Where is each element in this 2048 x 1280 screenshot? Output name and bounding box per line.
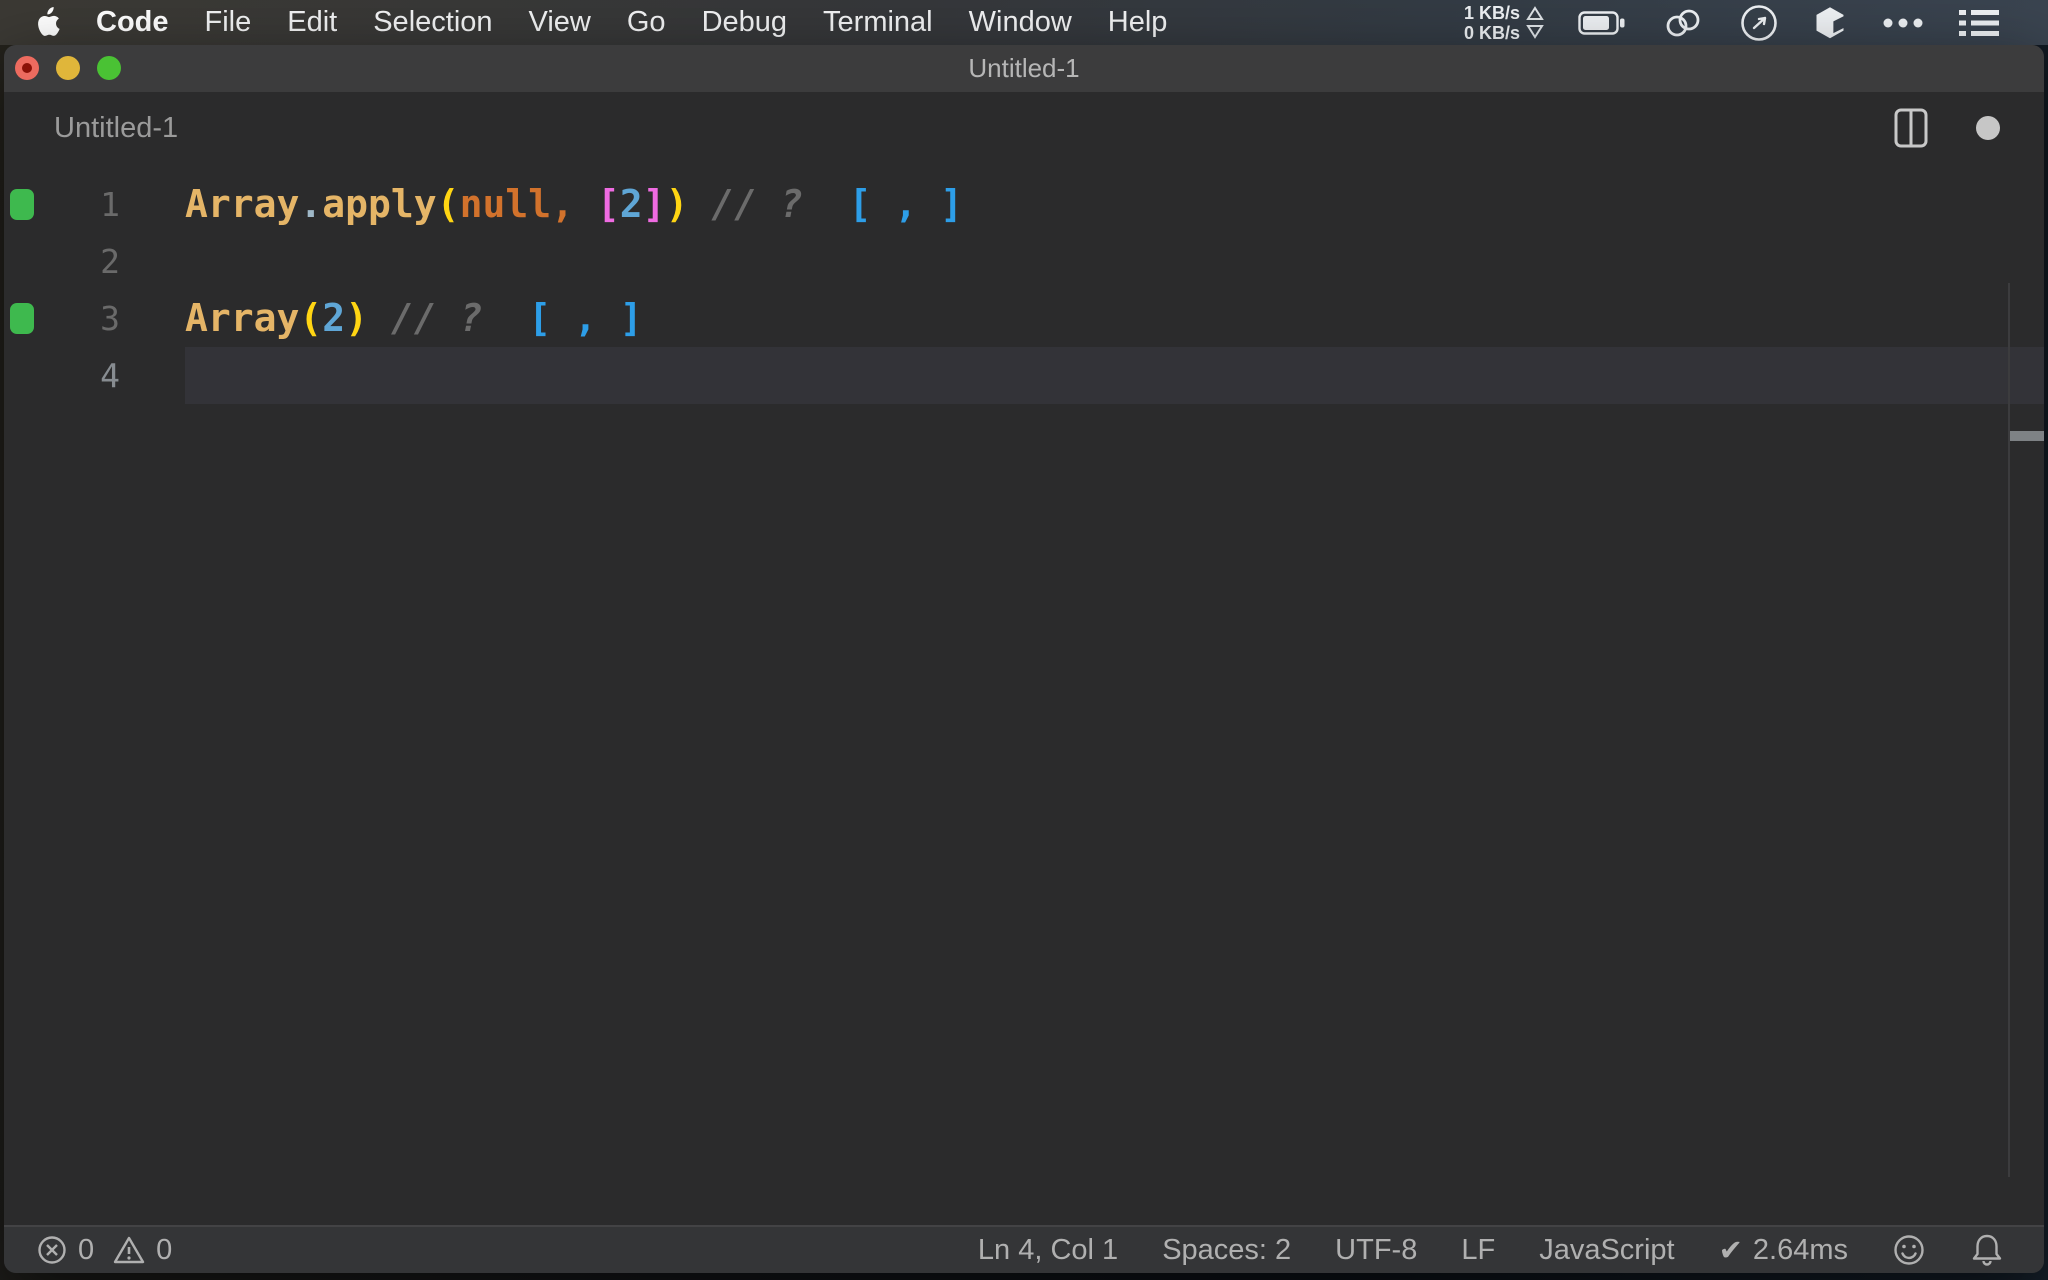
code-text: Array.apply(null, [2]) // ? [ , ] <box>185 182 963 226</box>
menu-item-go[interactable]: Go <box>627 6 666 38</box>
editor-lines: 1 Array.apply(null, [2]) // ? [ , ] 2 3 Arra… <box>4 164 2044 404</box>
apple-logo-icon[interactable] <box>34 7 60 38</box>
menu-item-selection[interactable]: Selection <box>373 6 492 38</box>
overview-ruler[interactable] <box>2008 283 2010 1177</box>
status-item-language-mode[interactable]: JavaScript <box>1539 1234 1674 1267</box>
notifications-bell-icon[interactable] <box>1970 1232 2004 1268</box>
ellipsis-icon[interactable] <box>1882 17 1924 29</box>
upload-arrow-icon <box>1526 6 1544 20</box>
menu-item-view[interactable]: View <box>529 6 591 38</box>
network-speed-indicator[interactable]: 1 KB/s 0 KB/s <box>1464 3 1544 43</box>
menu-item-terminal[interactable]: Terminal <box>823 6 933 38</box>
unsaved-changes-dot <box>22 63 32 73</box>
cube-icon[interactable] <box>1812 5 1848 41</box>
quokka-runtime[interactable]: ✔ 2.64ms <box>1719 1233 1848 1267</box>
menu-item-edit[interactable]: Edit <box>287 6 337 38</box>
line-number: 2 <box>100 242 120 281</box>
close-window-button[interactable] <box>15 56 39 80</box>
clock-icon[interactable] <box>1740 4 1778 42</box>
warning-icon <box>113 1236 145 1264</box>
battery-icon[interactable] <box>1578 10 1626 35</box>
feedback-smiley-icon[interactable] <box>1892 1233 1926 1267</box>
gutter-spacer <box>10 246 34 277</box>
problems-indicator[interactable]: 0 0 <box>36 1234 172 1267</box>
quokka-coverage-marker <box>10 189 34 220</box>
check-icon: ✔ <box>1718 1233 1743 1267</box>
open-file-label: Untitled-1 <box>54 111 179 144</box>
quokka-coverage-marker <box>10 303 34 334</box>
line-number: 3 <box>100 299 120 338</box>
network-download-speed: 0 KB/s <box>1463 22 1520 43</box>
menu-item-window[interactable]: Window <box>969 6 1072 38</box>
error-icon <box>38 1236 66 1264</box>
dirty-file-indicator[interactable] <box>1976 116 2000 140</box>
menu-item-file[interactable]: File <box>205 6 252 38</box>
network-upload-speed: 1 KB/s <box>1463 2 1520 23</box>
overview-ruler-cursor-mark <box>2010 431 2044 441</box>
line-number: 1 <box>100 185 120 224</box>
window-title: Untitled-1 <box>968 53 1080 83</box>
minimize-window-button[interactable] <box>56 56 80 80</box>
status-item-encoding[interactable]: UTF-8 <box>1335 1234 1417 1267</box>
current-line-highlight <box>185 347 2044 404</box>
menu-item-debug[interactable]: Debug <box>702 6 787 38</box>
line-number: 4 <box>100 356 120 395</box>
editor-line-3[interactable]: 3 Array(2) // ? [ , ] <box>4 290 2044 347</box>
list-icon[interactable] <box>1958 8 2000 38</box>
status-bar: 0 0 Ln 4, Col 1 Spaces: 2 UTF-8 LF JavaScrip… <box>4 1225 2044 1273</box>
quokka-runtime-value: 2.64ms <box>1752 1233 1848 1266</box>
editor-group-header: Untitled-1 <box>4 92 2044 164</box>
code-editor[interactable]: 1 Array.apply(null, [2]) // ? [ , ] 2 3 Arra… <box>4 164 2044 1225</box>
editor-line-1[interactable]: 1 Array.apply(null, [2]) // ? [ , ] <box>4 176 2044 233</box>
menu-item-code[interactable]: Code <box>96 6 169 38</box>
gutter-spacer <box>10 360 34 391</box>
linked-rings-icon[interactable] <box>1660 7 1706 39</box>
menu-item-help[interactable]: Help <box>1108 6 1168 38</box>
editor-line-4[interactable]: 4 <box>4 347 2044 404</box>
window-titlebar[interactable]: Untitled-1 <box>4 45 2044 92</box>
editor-line-2[interactable]: 2 <box>4 233 2044 290</box>
status-item-cursor-position[interactable]: Ln 4, Col 1 <box>978 1234 1118 1267</box>
split-editor-icon[interactable] <box>1894 108 1928 148</box>
menu-items: Code File Edit Selection View Go Debug Terminal… <box>96 6 1203 39</box>
code-text: Array(2) // ? [ , ] <box>185 296 643 340</box>
menu-bar: Code File Edit Selection View Go Debug Terminal… <box>0 0 2048 45</box>
error-count: 0 <box>78 1233 95 1266</box>
status-item-eol[interactable]: LF <box>1461 1234 1495 1267</box>
status-item-indentation[interactable]: Spaces: 2 <box>1162 1234 1291 1267</box>
vscode-window: Untitled-1 Untitled-1 1 Array.apply(null,… <box>4 45 2044 1273</box>
zoom-window-button[interactable] <box>97 56 121 80</box>
download-arrow-icon <box>1526 25 1544 39</box>
warning-count: 0 <box>156 1233 173 1266</box>
